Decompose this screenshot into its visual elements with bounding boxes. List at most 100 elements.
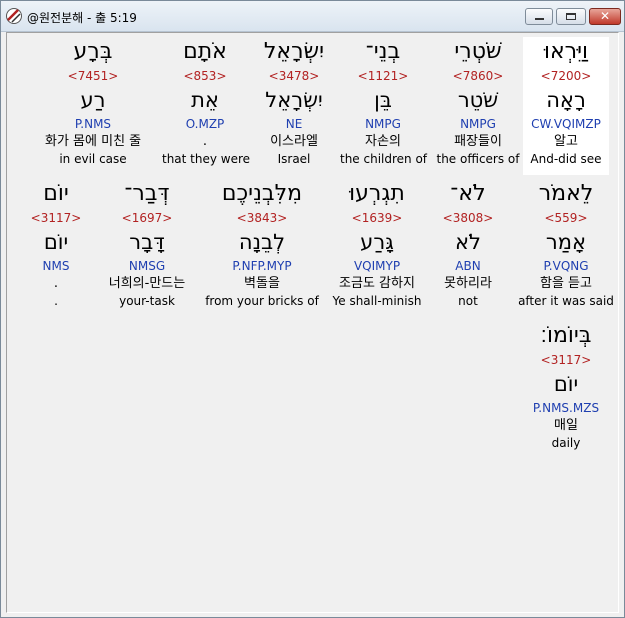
lemma: אָמַר (545, 230, 587, 254)
english-gloss: after it was said (518, 294, 614, 308)
window-title: @원전분해 - 출 5:19 (27, 11, 137, 25)
word-cell[interactable]: דְּבַר־ <1697> דָּבָר NMSG 너희의-만드는 your-… (99, 179, 195, 309)
hebrew-word: יִשְׂרָאֵל (263, 39, 325, 64)
korean-gloss: 함을 듣고 (540, 276, 592, 291)
english-gloss: your-task (119, 294, 175, 308)
hebrew-word: תִגְרְעוּ (349, 181, 405, 206)
morphology-code: NMPG (365, 117, 401, 131)
close-icon: ✕ (599, 9, 611, 23)
morphology-code: P.VQNG (543, 259, 589, 273)
english-gloss: from your bricks of (205, 294, 319, 308)
word-cell[interactable]: מִלִּבְנֵיכֶם <3843> לְבֵנָה P.NFP.MYP 벽… (204, 179, 320, 309)
word-cell[interactable]: תִגְרְעוּ <1639> גָּרַע VQIMYP 조금도 감하지 Y… (329, 179, 425, 309)
word-cell[interactable]: לֹא־ <3808> לֹא ABN 못하리라 not (425, 179, 511, 309)
title-bar[interactable]: @원전분해 - 출 5:19 ✕ (1, 1, 624, 32)
close-button[interactable]: ✕ (589, 8, 621, 25)
korean-gloss: 매일 (554, 418, 578, 433)
strong-number[interactable]: <3117> (21, 209, 91, 227)
lemma: יוֹם (553, 372, 579, 396)
hebrew-word: יוֹם (43, 181, 69, 206)
lemma: גָּרַע (360, 230, 394, 254)
minimize-button[interactable] (525, 8, 553, 25)
english-gloss: in evil case (59, 152, 127, 166)
hebrew-word: בְּרָע (73, 39, 113, 64)
morphology-code: NMPG (460, 117, 496, 131)
hebrew-word: אֹתָם (183, 39, 227, 64)
english-gloss: the children of (340, 152, 428, 166)
hebrew-word: וַיִּרְאוּ (543, 39, 589, 64)
morphology-code: P.NFP.MYP (232, 259, 292, 273)
strong-number[interactable]: <7200> (523, 67, 609, 85)
lemma: יִשְׂרָאֵל (265, 88, 323, 112)
hebrew-word: שֹׁטְרֵי (454, 39, 502, 64)
word-cell[interactable]: יוֹם <3117> יוֹם NMS . . (21, 179, 91, 309)
korean-gloss: 알고 (554, 134, 578, 149)
morphology-code: P.NMS (74, 117, 112, 131)
strong-number[interactable]: <559> (513, 209, 619, 227)
hebrew-word: לֹא־ (450, 181, 486, 206)
strong-number[interactable]: <1639> (329, 209, 425, 227)
english-gloss: that they were (162, 152, 251, 166)
korean-gloss: 조금도 감하지 (339, 276, 415, 291)
maximize-button[interactable] (556, 8, 586, 25)
strong-number[interactable]: <1121> (340, 67, 426, 85)
lemma: רַע (80, 88, 106, 112)
morphology-code: NMS (42, 259, 70, 273)
english-gloss: . (54, 294, 58, 308)
word-cell[interactable]: בְּיוֹמוֹ׃ <3117> יוֹם P.NMS.MZS 매일 dail… (520, 321, 612, 451)
english-gloss: Israel (277, 152, 311, 166)
lemma: רָאָה (546, 88, 586, 112)
strong-number[interactable]: <3117> (520, 351, 612, 369)
strong-number[interactable]: <1697> (99, 209, 195, 227)
strong-number[interactable]: <3808> (425, 209, 511, 227)
morphology-code: ABN (455, 259, 481, 273)
english-gloss: And-did see (530, 152, 602, 166)
korean-gloss: 이스라엘 (270, 134, 318, 149)
word-analysis-panel[interactable]: וַיִּרְאוּ <7200> רָאָה CW.VQIMZP 알고 And… (6, 32, 619, 613)
hebrew-word: בְנֵי־ (365, 39, 401, 64)
word-cell[interactable]: בְּרָע <7451> רַע P.NMS 화가 몸에 미친 줄 in ev… (45, 37, 141, 167)
hebrew-word: בְּיוֹמוֹ׃ (540, 323, 592, 348)
morphology-code: O.MZP (185, 117, 225, 131)
korean-gloss: 화가 몸에 미친 줄 (45, 134, 142, 149)
word-cell[interactable]: לֵאמֹר <559> אָמַר P.VQNG 함을 듣고 after it… (513, 179, 619, 309)
word-cell[interactable]: יִשְׂרָאֵל <3478> יִשְׂרָאֵל NE 이스라엘 Isr… (251, 37, 337, 167)
strong-number[interactable]: <3478> (251, 67, 337, 85)
minimize-icon (535, 18, 544, 20)
english-gloss: not (458, 294, 478, 308)
korean-gloss: 자손의 (365, 134, 401, 149)
lemma: דָּבָר (129, 230, 165, 254)
korean-gloss: 너희의-만드는 (108, 276, 186, 291)
word-cell[interactable]: אֹתָם <853> אֵת O.MZP . that they were (162, 37, 251, 167)
korean-gloss: . (53, 276, 59, 291)
lemma: לֹא (455, 230, 481, 254)
morphology-code: P.NMS.MZS (532, 401, 600, 415)
strong-number[interactable]: <853> (162, 67, 248, 85)
word-cell[interactable]: וַיִּרְאוּ <7200> רָאָה CW.VQIMZP 알고 And… (523, 37, 609, 175)
strong-number[interactable]: <3843> (204, 209, 320, 227)
hebrew-word: דְּבַר־ (124, 181, 170, 206)
lemma: בֵּן (374, 88, 392, 112)
hebrew-word: מִלִּבְנֵיכֶם (221, 181, 303, 206)
lemma: יוֹם (43, 230, 69, 254)
morphology-code: NE (285, 117, 303, 131)
lemma: לְבֵנָה (238, 230, 286, 254)
strong-number[interactable]: <7451> (45, 67, 141, 85)
morphology-code: VQIMYP (353, 259, 401, 273)
korean-gloss: 패장들이 (454, 134, 502, 149)
korean-gloss: 벽돌을 (244, 276, 280, 291)
word-cell[interactable]: בְנֵי־ <1121> בֵּן NMPG 자손의 the children… (340, 37, 428, 167)
word-cell[interactable]: שֹׁטְרֵי <7860> שֹׁטֵר NMPG 패장들이 the off… (435, 37, 521, 167)
app-window: @원전분해 - 출 5:19 ✕ וַיִּרְאוּ <7200> רָאָה… (0, 0, 625, 618)
strong-number[interactable]: <7860> (435, 67, 521, 85)
morphology-code: CW.VQIMZP (531, 117, 601, 131)
english-gloss: daily (551, 436, 581, 450)
maximize-icon (566, 13, 576, 20)
korean-gloss: 못하리라 (444, 276, 492, 291)
lemma: שֹׁטֵר (457, 88, 499, 112)
english-gloss: the officers of (436, 152, 520, 166)
app-logo-icon (6, 8, 22, 24)
morphology-code: NMSG (128, 259, 166, 273)
hebrew-word: לֵאמֹר (538, 181, 594, 206)
english-gloss: Ye shall-minish (332, 294, 422, 308)
